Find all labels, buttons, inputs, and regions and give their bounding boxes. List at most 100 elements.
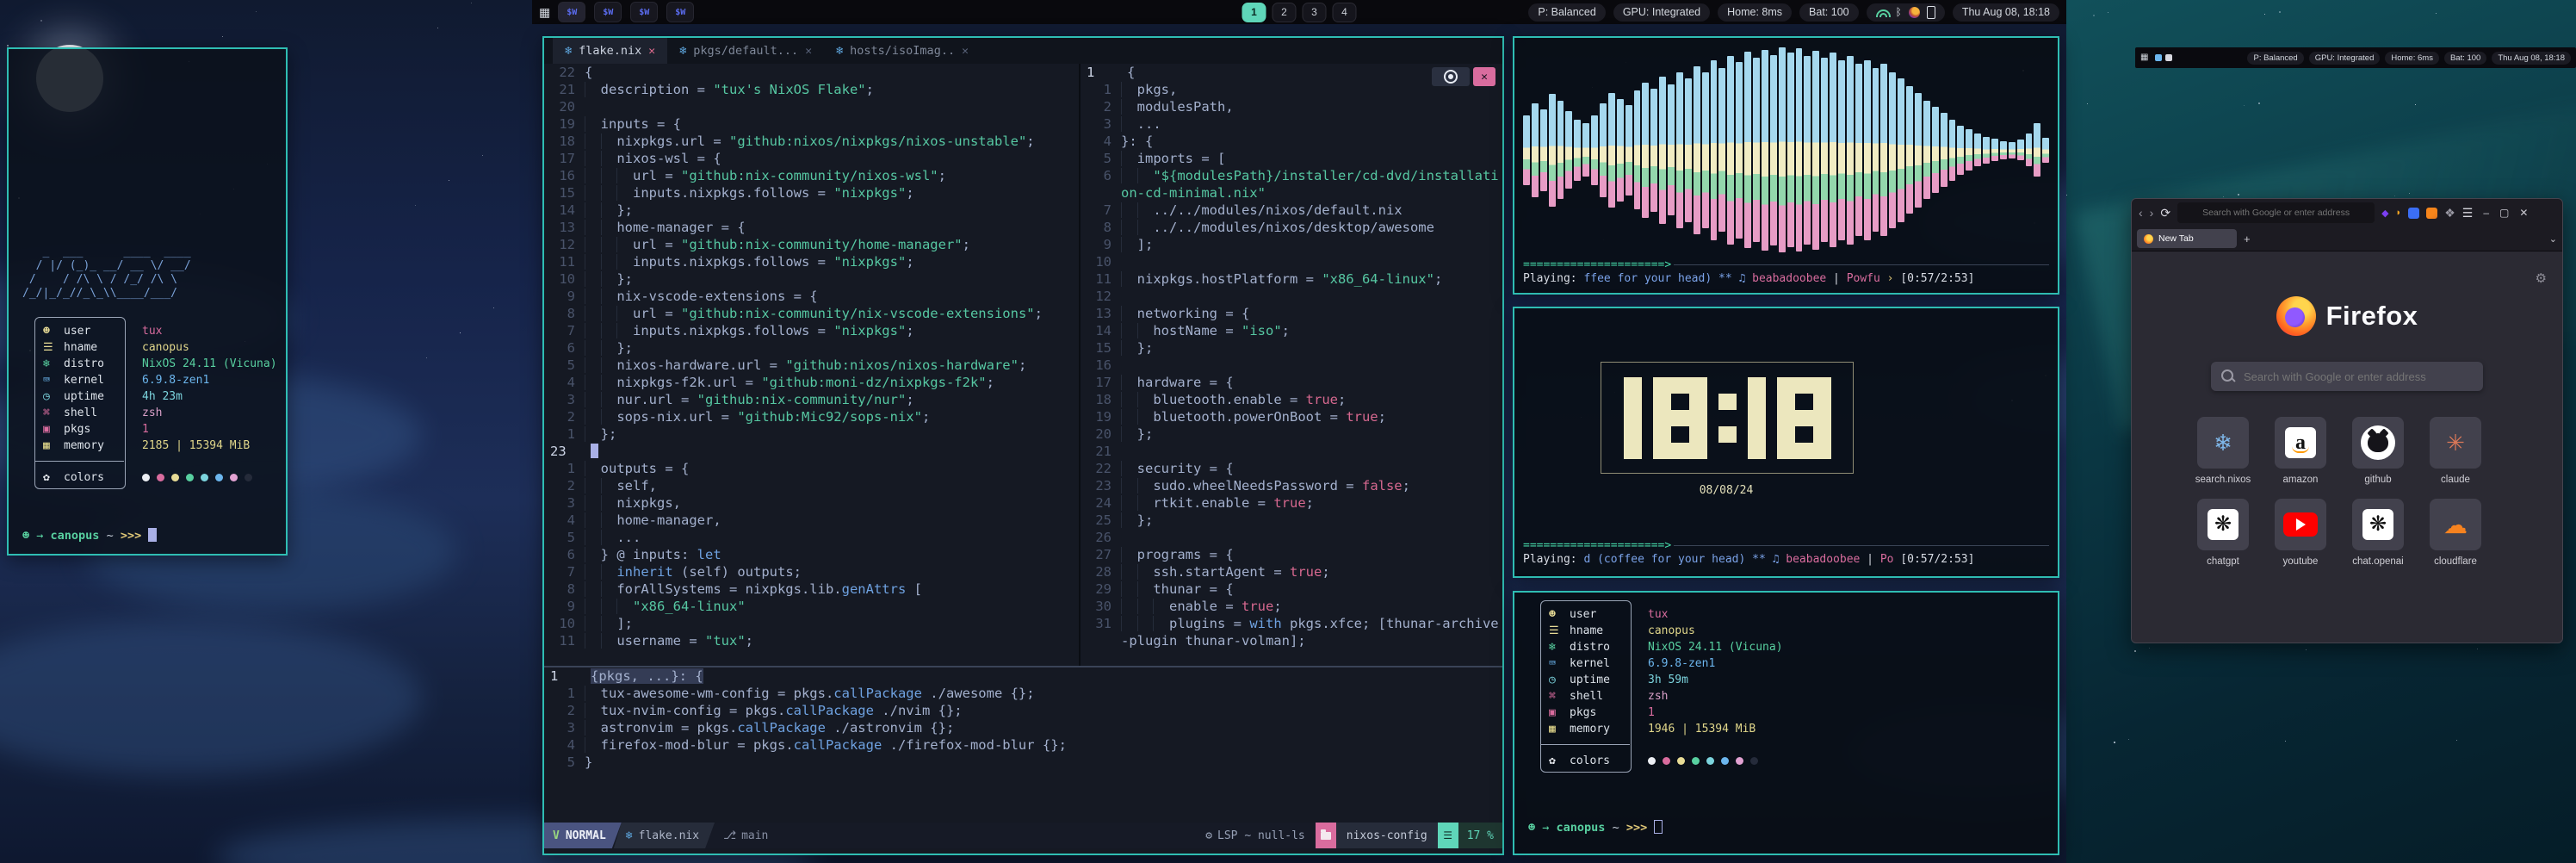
tab-hosts-isoImag-[interactable]: ❄hosts/isoImag..✕ (824, 38, 981, 64)
packages-icon: ▣ (43, 421, 60, 438)
window-close-button[interactable]: ✕ (1473, 67, 1495, 86)
extensions-puzzle-icon[interactable]: ❖ (2444, 206, 2455, 220)
visualizer-bar (1983, 137, 1990, 164)
shortcut-tile-chatgpt[interactable]: ❋chatgpt (2195, 499, 2251, 567)
tray-icon[interactable] (2155, 54, 2162, 61)
shell-prompt[interactable]: ☻ → canopus ~ >>> (22, 528, 157, 543)
star (2066, 195, 2067, 196)
workspace-2[interactable]: 2 (1273, 3, 1297, 22)
code-line: 10 ]; (544, 615, 1079, 632)
search-input[interactable] (2211, 362, 2483, 391)
digit-cell (1795, 377, 1813, 394)
shell-prompt[interactable]: ☻ → canopus ~ >>> (1528, 820, 1663, 835)
tab-flake-nix[interactable]: ❄flake.nix✕ (553, 38, 667, 64)
forward-button[interactable]: › (2150, 206, 2154, 220)
code-text: ssh.startAgent = true; (1121, 563, 1502, 581)
tray-icon[interactable] (2165, 54, 2172, 61)
maximize-button[interactable]: ▢ (2499, 207, 2509, 219)
digit-cell (1671, 377, 1689, 394)
fetch-value: NixOS 24.11 (Vicuna) (142, 356, 277, 372)
tab-close-icon[interactable]: ✕ (648, 45, 655, 58)
statusline: VNORMAL ❄flake.nix ⎇main ⚙LSP ~ null-ls … (544, 823, 1502, 848)
close-button[interactable]: ✕ (2519, 207, 2528, 219)
host-icon: ☰ (43, 339, 60, 356)
tasklist-item[interactable]: $W (630, 2, 658, 22)
star (2436, 13, 2437, 14)
workspace-4[interactable]: 4 (1333, 3, 1357, 22)
app-launcher-icon[interactable]: ▦ (2140, 53, 2148, 62)
separator-line: =====================> (1523, 539, 2049, 552)
url-bar[interactable] (2177, 202, 2375, 223)
minimize-button[interactable]: – (2483, 207, 2489, 219)
visualizer-bar (1923, 101, 1930, 199)
app-launcher-icon[interactable]: ▦ (539, 6, 550, 18)
palette-dot (1736, 757, 1743, 765)
digit-cell (1813, 426, 1831, 443)
shortcut-tile-youtube[interactable]: youtube (2273, 499, 2328, 567)
digit-cell (1813, 410, 1831, 426)
visualizer-bar (1830, 53, 1836, 247)
line-number: 4 (544, 512, 585, 529)
code-text: modulesPath, (1121, 98, 1502, 115)
extension-icon[interactable]: ◗ (2396, 208, 2402, 218)
status-chips: P: BalancedGPU: IntegratedHome: 6msBat: … (2247, 52, 2486, 65)
shortcut-tile-amazon[interactable]: aamazon (2273, 417, 2328, 485)
visualizer-bar (1847, 56, 1854, 245)
firefox-wordmark: Firefox (2326, 301, 2418, 332)
personalize-gear-icon[interactable]: ⚙ (2536, 270, 2547, 286)
digit-cell (1718, 443, 1737, 459)
back-button[interactable]: ‹ (2139, 206, 2143, 220)
tab-list-chevron-icon[interactable]: ⌄ (2549, 233, 2557, 245)
tab-new-tab[interactable]: New Tab (2137, 229, 2237, 248)
pane-pkgs-default[interactable]: 1{pkgs, ...}: {1 tux-awesome-wm-config =… (544, 666, 1502, 823)
tasklist-item[interactable]: $W (666, 2, 694, 22)
shortcut-tile-github[interactable]: github (2350, 417, 2406, 485)
clock-widget[interactable]: Thu Aug 08, 18:18 (1953, 3, 2059, 22)
tab-pkgs-default-[interactable]: ❄pkgs/default...✕ (667, 38, 824, 64)
tile-label: github (2364, 475, 2391, 485)
code-line: 22{ (544, 64, 1079, 81)
digit-cell (1653, 394, 1671, 410)
reload-button[interactable]: ⟳ (2160, 206, 2170, 220)
workspace-3[interactable]: 3 (1303, 3, 1327, 22)
tab-close-icon[interactable]: ✕ (962, 45, 969, 58)
pane-iso-config[interactable]: ✕ 1{1 pkgs,2 modulesPath,3 ...4}: {5 imp… (1081, 64, 1502, 666)
pane-flake-nix[interactable]: 22{21 description = "tux's NixOS Flake";… (544, 64, 1081, 666)
clock-widget[interactable]: Thu Aug 08, 18:18 (2492, 52, 2571, 65)
tray-icons[interactable]: ᛒ (1867, 3, 1945, 22)
line-number: 25 (1081, 512, 1121, 529)
fetch-value: canopus (1648, 623, 1695, 639)
gpt-icon: ❋ (2197, 499, 2249, 550)
code-line: 30 enable = true; (1081, 598, 1502, 615)
shortcut-tile-cloudflare[interactable]: ☁cloudflare (2428, 499, 2483, 567)
fetch-label: kernel (1570, 655, 1610, 672)
workspace-switcher: 1234 (1242, 3, 1357, 22)
extension-icon[interactable]: ◆ (2381, 208, 2388, 219)
menu-icon[interactable]: ☰ (2462, 206, 2474, 220)
visualizer-bar (1753, 58, 1760, 242)
digit-cell (1718, 410, 1737, 426)
code-line: 3 nixpkgs, (544, 494, 1079, 512)
window-toggle-button[interactable] (1432, 67, 1470, 86)
line-number: 1 (544, 425, 585, 443)
new-tab-button[interactable]: + (2244, 233, 2251, 245)
uptime-icon: ◷ (1549, 672, 1566, 688)
code-text: tux-awesome-wm-config = pkgs.callPackage… (585, 685, 1502, 702)
tasklist-item[interactable]: $W (558, 2, 585, 22)
extension-icon[interactable] (2408, 208, 2419, 219)
line-number: 6 (544, 339, 585, 357)
line-number: 1 (1081, 64, 1127, 81)
tab-close-icon[interactable]: ✕ (805, 45, 812, 58)
tile-label: cloudflare (2434, 556, 2477, 567)
visualizer-bar (1796, 48, 1803, 251)
shortcut-tile-chat-openai[interactable]: ❋chat.openai (2350, 499, 2406, 567)
shortcut-tile-search-nixos[interactable]: ❄search.nixos (2195, 417, 2251, 485)
shortcut-tile-claude[interactable]: ✳claude (2428, 417, 2483, 485)
code-text (591, 443, 1079, 460)
line-number: 20 (1081, 425, 1121, 443)
workspace-1[interactable]: 1 (1242, 3, 1266, 22)
extension-icon[interactable] (2426, 208, 2437, 219)
digit-cell (1671, 443, 1689, 459)
code-line: 19 bluetooth.powerOnBoot = true; (1081, 408, 1502, 425)
tasklist-item[interactable]: $W (594, 2, 622, 22)
